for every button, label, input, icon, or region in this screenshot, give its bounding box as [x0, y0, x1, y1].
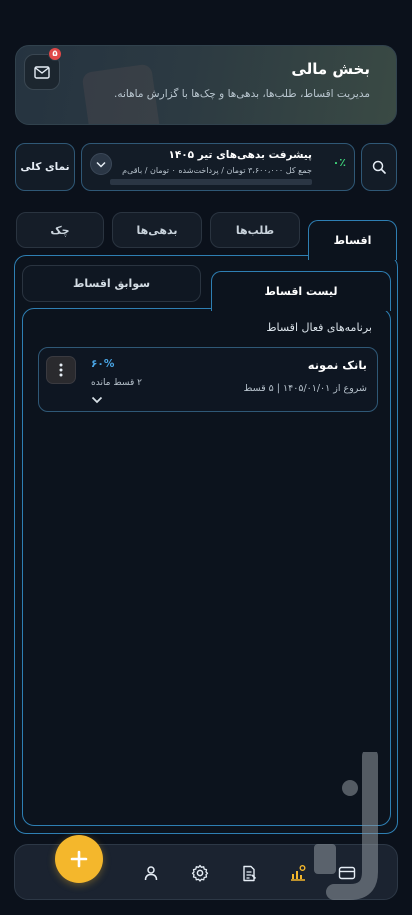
plan-expand-button[interactable]: [89, 394, 105, 406]
page-subtitle: مدیریت اقساط، طلب‌ها، بدهی‌ها و چک‌ها با…: [114, 88, 370, 100]
tab-installment-list[interactable]: لیست اقساط: [211, 271, 391, 311]
progress-detail: جمع کل ۳،۶۰۰،۰۰۰ تومان / پرداخت‌شده ۰ تو…: [122, 166, 312, 175]
tab-installment-history[interactable]: سوابق اقساط: [22, 265, 201, 302]
mail-icon: [34, 65, 50, 79]
finance-header-card: بخش مالی مدیریت اقساط، طلب‌ها، بدهی‌ها و…: [15, 45, 397, 125]
chevron-down-icon: [96, 161, 106, 168]
debt-progress-card[interactable]: پیشرفت بدهی‌های تیر ۱۴۰۵ جمع کل ۳،۶۰۰،۰۰…: [81, 143, 355, 191]
notes-icon: [243, 865, 257, 881]
plan-menu-button[interactable]: [46, 356, 76, 384]
tab-debts[interactable]: بدهی‌ها: [112, 212, 202, 248]
section-title: برنامه‌های فعال اقساط: [266, 321, 372, 334]
tab-receivables[interactable]: طلب‌ها: [210, 212, 300, 248]
tab-cheques[interactable]: چک: [16, 212, 104, 248]
installment-list-panel: برنامه‌های فعال اقساط بانک نمونه شروع از…: [22, 308, 391, 826]
progress-title: پیشرفت بدهی‌های تیر ۱۴۰۵: [168, 149, 312, 161]
store-watermark-logo: [312, 748, 390, 900]
nav-profile[interactable]: [139, 861, 163, 885]
chevron-down-icon: [91, 396, 103, 404]
plus-icon: [70, 850, 88, 868]
progress-bar: [110, 179, 312, 185]
gear-icon: [191, 864, 209, 882]
nav-settings[interactable]: [188, 861, 212, 885]
page-title: بخش مالی: [291, 60, 370, 78]
nav-notes[interactable]: [237, 861, 261, 885]
plan-remaining: ۲ قسط مانده: [91, 378, 142, 388]
user-icon: [144, 866, 158, 881]
tab-installments[interactable]: اقساط: [308, 220, 397, 260]
notification-badge: ۵: [48, 47, 62, 61]
add-button[interactable]: [55, 835, 103, 883]
nav-finance[interactable]: [286, 861, 310, 885]
plan-name: بانک نمونه: [307, 358, 367, 372]
overview-button[interactable]: نمای کلی: [15, 143, 75, 191]
installment-plan-card[interactable]: بانک نمونه شروع از ۱۴۰۵/۰۱/۰۱ | ۵ قسط ۶۰…: [38, 347, 378, 412]
search-icon: [372, 160, 386, 174]
more-vertical-icon: [59, 363, 63, 377]
progress-percent: ۰٪: [332, 156, 346, 169]
search-button[interactable]: [361, 143, 397, 191]
chart-icon: [291, 865, 306, 881]
expand-progress-button[interactable]: [90, 153, 112, 175]
plan-percent: ۶۰%: [91, 358, 115, 370]
plan-info: شروع از ۱۴۰۵/۰۱/۰۱ | ۵ قسط: [243, 383, 367, 394]
